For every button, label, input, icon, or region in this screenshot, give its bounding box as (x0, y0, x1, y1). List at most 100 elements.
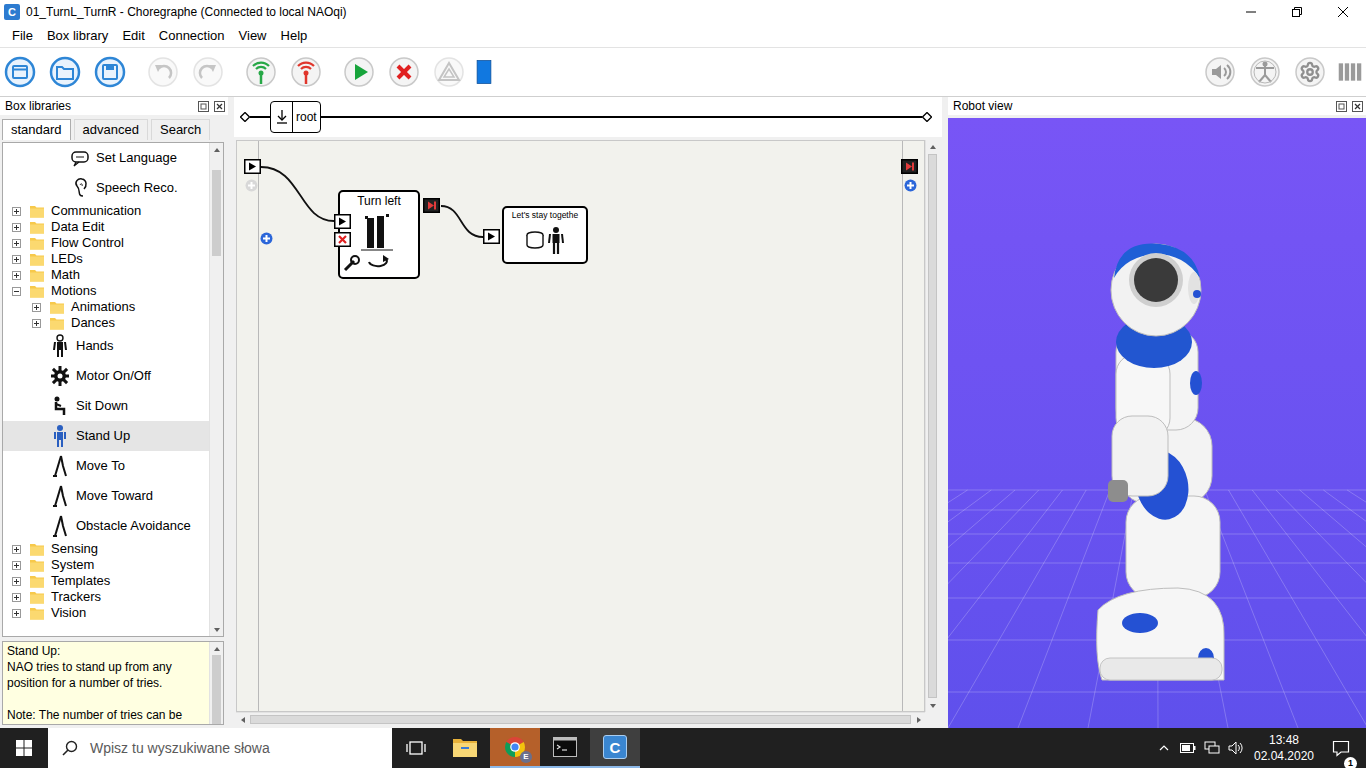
scroll-up-button[interactable] (210, 143, 223, 156)
scroll-up-button[interactable] (926, 140, 939, 153)
flow-canvas[interactable]: Turn left Let's stay togethe (236, 140, 925, 712)
action-center-button[interactable]: 1 (1316, 739, 1366, 757)
add-port-icon[interactable] (904, 179, 917, 192)
restore-button[interactable] (1274, 0, 1320, 24)
float-icon[interactable] (1336, 101, 1347, 112)
behavior-input[interactable] (244, 159, 261, 174)
scroll-thumb[interactable] (928, 154, 937, 698)
expand-icon[interactable] (12, 255, 21, 264)
breadcrumb-root[interactable]: root (270, 101, 321, 133)
robot-viewport[interactable] (948, 118, 1366, 728)
taskbar-app[interactable] (440, 728, 490, 768)
add-output[interactable] (904, 179, 917, 192)
taskbar-app[interactable]: E (490, 728, 540, 768)
start-button[interactable] (0, 728, 48, 768)
expand-icon[interactable] (12, 561, 21, 570)
volume-button[interactable] (1202, 54, 1238, 90)
stop-button[interactable] (386, 54, 422, 90)
add-port-icon[interactable] (245, 179, 258, 192)
menu-item[interactable]: Help (274, 24, 315, 47)
expand-icon[interactable] (12, 271, 21, 280)
tree-folder[interactable]: Sensing (3, 541, 209, 557)
tree-folder[interactable]: System (3, 557, 209, 573)
expand-icon[interactable] (32, 303, 41, 312)
menu-item[interactable]: View (232, 24, 274, 47)
tree-folder[interactable]: Dances (3, 315, 209, 331)
undo-button[interactable] (145, 54, 181, 90)
tree-folder[interactable]: Communication (3, 203, 209, 219)
input-port-icon[interactable] (334, 214, 351, 229)
scroll-left-button[interactable] (236, 713, 249, 726)
open-button[interactable] (47, 54, 83, 90)
splitter[interactable] (228, 97, 234, 728)
save-button[interactable] (92, 54, 128, 90)
menu-item[interactable]: Edit (115, 24, 151, 47)
tree-folder[interactable]: Math (3, 267, 209, 283)
scroll-track[interactable] (926, 153, 939, 699)
onstart-port[interactable] (483, 229, 500, 244)
tree-box-item[interactable]: Move To (3, 451, 209, 481)
expand-icon[interactable] (12, 545, 21, 554)
scroll-down-button[interactable] (926, 699, 939, 712)
expand-icon[interactable] (12, 223, 21, 232)
volume-status[interactable] (1224, 728, 1248, 768)
library-tab[interactable]: Search (151, 119, 210, 140)
scroll-track[interactable] (210, 156, 223, 623)
minimize-button[interactable] (1228, 0, 1274, 24)
scroll-track[interactable] (210, 655, 223, 711)
tree-box-item[interactable]: Stand Up (3, 421, 209, 451)
arrow-up-icon[interactable] (213, 645, 221, 653)
disconnect-button[interactable] (288, 54, 324, 90)
scroll-track[interactable] (249, 713, 912, 726)
expand-icon[interactable] (12, 609, 21, 618)
tree-box-item[interactable]: Set Language (3, 143, 209, 173)
vertical-scrollbar[interactable] (209, 642, 223, 724)
add-port-icon[interactable] (260, 232, 273, 245)
output-port-icon[interactable] (423, 198, 440, 213)
behavior-box[interactable]: Turn left (338, 190, 420, 279)
redo-button[interactable] (190, 54, 226, 90)
search-box[interactable]: Wpisz tu wyszukiwane słowa (48, 728, 392, 768)
wrench-icon[interactable] (345, 256, 359, 270)
arrow-up-icon[interactable] (213, 146, 221, 154)
play-button[interactable] (341, 54, 377, 90)
menu-item[interactable]: File (5, 24, 40, 47)
input-port-icon[interactable] (483, 229, 500, 244)
tray-overflow[interactable] (1152, 728, 1176, 768)
battery-status[interactable] (1176, 728, 1200, 768)
tree-folder[interactable]: Vision (3, 605, 209, 621)
behavior-box[interactable]: Let's stay togethe (502, 206, 588, 264)
stop-port-icon[interactable] (334, 232, 351, 247)
arrow-down-icon[interactable] (213, 626, 221, 634)
horizontal-scrollbar[interactable] (236, 712, 925, 726)
onstart-port[interactable] (334, 214, 351, 229)
tree-folder[interactable]: Trackers (3, 589, 209, 605)
expand-icon[interactable] (12, 577, 21, 586)
robot-3d-view[interactable] (948, 118, 1366, 728)
menu-item[interactable]: Connection (152, 24, 232, 47)
close-panel-icon[interactable] (1352, 101, 1363, 112)
tree-folder[interactable]: Data Edit (3, 219, 209, 235)
taskbar-app[interactable] (540, 728, 590, 768)
scroll-down-button[interactable] (210, 623, 223, 636)
taskbar-app[interactable]: C (590, 728, 640, 768)
tree-box-item[interactable]: Move Toward (3, 481, 209, 511)
debug-button[interactable] (431, 54, 467, 90)
expand-icon[interactable] (12, 239, 21, 248)
posture-button[interactable] (1247, 54, 1283, 90)
tree-box-item[interactable]: Hands (3, 331, 209, 361)
add-input[interactable] (245, 179, 258, 192)
scroll-right-button[interactable] (912, 713, 925, 726)
behavior-output[interactable] (901, 159, 918, 174)
scroll-thumb[interactable] (212, 170, 221, 256)
tree-folder[interactable]: LEDs (3, 251, 209, 267)
motors-button[interactable] (1292, 54, 1328, 90)
onstopped-port[interactable] (423, 198, 440, 213)
scroll-thumb[interactable] (250, 715, 911, 724)
expand-icon[interactable] (12, 207, 21, 216)
new-button[interactable] (2, 54, 38, 90)
close-button[interactable] (1320, 0, 1366, 24)
tree-box-item[interactable]: Obstacle Avoidance (3, 511, 209, 541)
vertical-scrollbar[interactable] (209, 143, 223, 636)
task-view-button[interactable] (392, 728, 440, 768)
